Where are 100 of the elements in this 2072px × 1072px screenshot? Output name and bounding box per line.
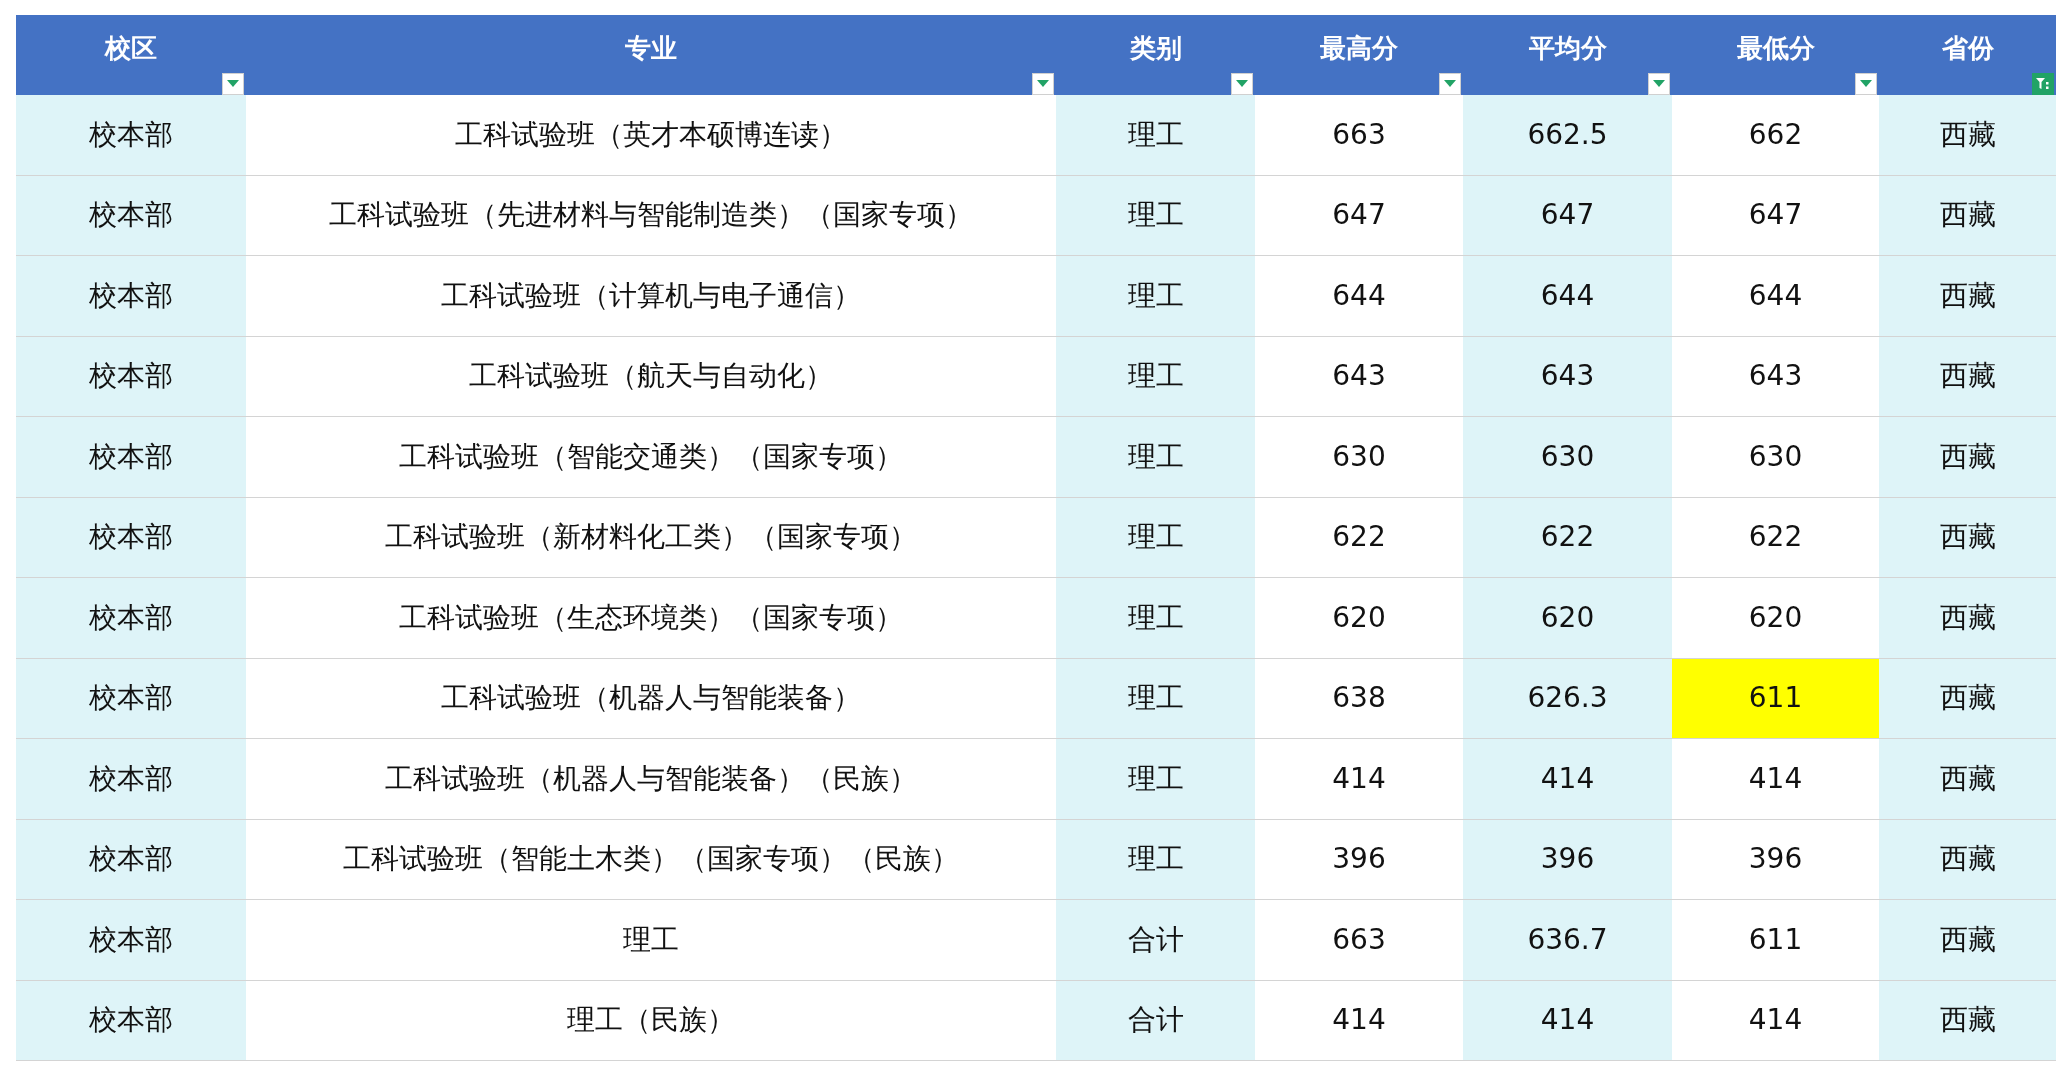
- table-cell-text: 644: [1331, 277, 1387, 314]
- filter-dropdown-button[interactable]: [1231, 73, 1253, 95]
- table-cell-text: 396: [1747, 841, 1804, 878]
- table-cell: 611: [1672, 658, 1879, 738]
- table-cell-text: 工科试验班（航天与自动化）: [468, 358, 834, 395]
- table-cell-text: 414: [1747, 760, 1804, 797]
- table-cell: 西藏: [1879, 95, 2056, 175]
- table-cell: 626.3: [1463, 658, 1672, 738]
- table-cell: 校本部: [16, 417, 246, 497]
- table-cell: 西藏: [1879, 658, 2056, 738]
- table-cell-text: 工科试验班（英才本硕博连读）: [454, 116, 848, 153]
- table-cell: 校本部: [16, 980, 246, 1060]
- filter-icon: [2035, 76, 2051, 92]
- table-cell-text: 理工（民族）: [566, 1002, 736, 1039]
- table-cell: 理工: [1056, 819, 1255, 899]
- table-cell: 西藏: [1879, 980, 2056, 1060]
- caret-icon: [1860, 80, 1872, 88]
- table-cell: 西藏: [1879, 175, 2056, 255]
- table-cell: 理工: [1056, 95, 1255, 175]
- filter-dropdown-button[interactable]: [1439, 73, 1461, 95]
- table-cell: 校本部: [16, 658, 246, 738]
- table-cell: 校本部: [16, 95, 246, 175]
- table-cell: 理工: [1056, 175, 1255, 255]
- table-cell-text: 622: [1331, 519, 1387, 556]
- table-cell: 414: [1463, 980, 1672, 1060]
- table-cell-text: 620: [1331, 599, 1387, 636]
- table-cell: 理工: [1056, 256, 1255, 336]
- column-header: 类别: [1129, 31, 1182, 65]
- caret-icon: [1444, 80, 1456, 88]
- table-cell: 622: [1463, 497, 1672, 577]
- table-cell: 西藏: [1879, 497, 2056, 577]
- table-cell: 630: [1463, 417, 1672, 497]
- table-cell-text: 414: [1747, 1002, 1804, 1039]
- filter-active-button[interactable]: [2032, 73, 2054, 95]
- column-header: 省份: [1941, 31, 1994, 65]
- table-cell-text: 638: [1331, 680, 1387, 717]
- table-cell-text: 理工: [622, 921, 680, 958]
- table-cell: 西藏: [1879, 336, 2056, 416]
- table-cell: 西藏: [1879, 578, 2056, 658]
- table-cell: 西藏: [1879, 819, 2056, 899]
- table-cell: 理工: [1056, 658, 1255, 738]
- table-cell: 414: [1463, 739, 1672, 819]
- table-cell: 校本部: [16, 497, 246, 577]
- table-cell-text: 工科试验班（计算机与电子通信）: [440, 277, 862, 314]
- table-cell: 校本部: [16, 900, 246, 980]
- table-cell-text: 643: [1747, 358, 1804, 395]
- table-cell-text: 647: [1747, 197, 1804, 234]
- table-cell: 理工: [1056, 336, 1255, 416]
- table-cell: 644: [1463, 256, 1672, 336]
- table-cell-text: 工科试验班（机器人与智能装备）（民族）: [384, 760, 918, 797]
- table-cell: 643: [1463, 336, 1672, 416]
- column-header: 校区: [105, 31, 157, 65]
- table-cell-text: 630: [1747, 438, 1804, 475]
- table-cell-text: 工科试验班（智能土木类）（国家专项）（民族）: [342, 841, 960, 878]
- table-cell-text: 工科试验班（生态环境类）（国家专项）: [398, 599, 904, 636]
- table-cell-text: 643: [1331, 358, 1387, 395]
- table-cell-text: 工科试验班（先进材料与智能制造类）（国家专项）: [328, 197, 974, 234]
- table-cell: 理工: [1056, 497, 1255, 577]
- column-header: 专业: [625, 31, 677, 65]
- table-cell: 理工: [1056, 417, 1255, 497]
- table-cell: 理工: [1056, 739, 1255, 819]
- filter-dropdown-button[interactable]: [222, 73, 244, 95]
- column-header: 平均分: [1528, 31, 1607, 65]
- table-cell: 西藏: [1879, 900, 2056, 980]
- column-header: 最高分: [1320, 31, 1398, 65]
- table-cell-text: 414: [1331, 1002, 1387, 1039]
- table-cell: 西藏: [1879, 256, 2056, 336]
- table-cell: 636.7: [1463, 900, 1672, 980]
- table-cell: 合计: [1056, 900, 1255, 980]
- table-cell-text: 工科试验班（智能交通类）（国家专项）: [398, 438, 904, 475]
- table-cell: 396: [1463, 819, 1672, 899]
- caret-icon: [1653, 80, 1665, 88]
- table-cell: 620: [1463, 578, 1672, 658]
- table-cell-text: 663: [1331, 921, 1387, 958]
- caret-icon: [1236, 80, 1248, 88]
- table-cell: 647: [1463, 175, 1672, 255]
- table-cell-text: 611: [1747, 921, 1804, 958]
- table-cell-text: 工科试验班（新材料化工类）（国家专项）: [384, 519, 918, 556]
- filter-dropdown-button[interactable]: [1032, 73, 1054, 95]
- table-cell: 662.5: [1463, 95, 1672, 175]
- table-cell-text: 663: [1331, 116, 1387, 153]
- filter-dropdown-button[interactable]: [1855, 73, 1877, 95]
- table-cell: 西藏: [1879, 739, 2056, 819]
- column-header: 最低分: [1736, 31, 1815, 65]
- table-cell: 校本部: [16, 256, 246, 336]
- table-cell: 校本部: [16, 739, 246, 819]
- table-cell-text: 工科试验班（机器人与智能装备）: [440, 680, 862, 717]
- table-cell: 校本部: [16, 578, 246, 658]
- table-cell: 理工: [1056, 578, 1255, 658]
- table-cell: 西藏: [1879, 417, 2056, 497]
- table-cell: 校本部: [16, 336, 246, 416]
- table-cell: 校本部: [16, 819, 246, 899]
- table-cell-text: 647: [1331, 197, 1387, 234]
- table-cell-text: 662: [1747, 116, 1804, 153]
- caret-icon: [227, 80, 239, 88]
- table-cell-text: 396: [1331, 841, 1387, 878]
- table-cell-text: 414: [1331, 760, 1387, 797]
- table-cell-text: 644: [1747, 277, 1804, 314]
- filter-dropdown-button[interactable]: [1648, 73, 1670, 95]
- table-cell-text: 620: [1747, 599, 1804, 636]
